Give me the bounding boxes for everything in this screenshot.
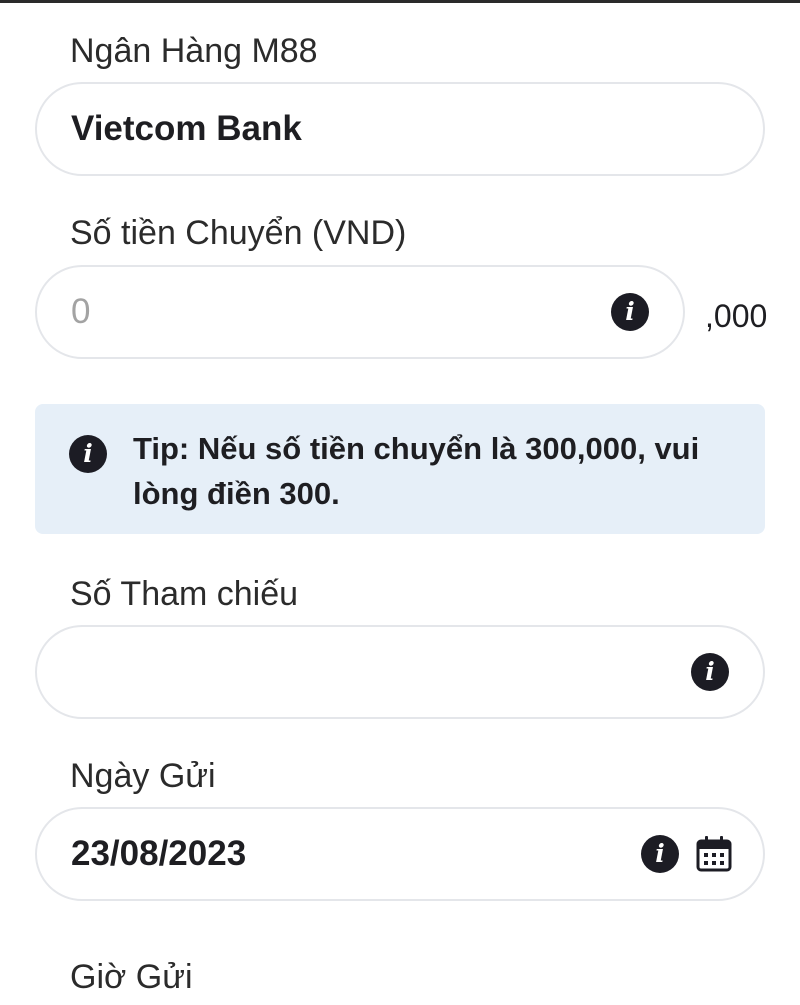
- bank-field[interactable]: Vietcom Bank: [35, 82, 765, 176]
- reference-input[interactable]: i: [35, 625, 765, 719]
- info-icon[interactable]: i: [691, 653, 729, 691]
- bank-value: Vietcom Bank: [71, 109, 302, 148]
- deposit-date-input[interactable]: 23/08/2023 i: [35, 807, 765, 901]
- tip-text: Tip: Nếu số tiền chuyển là 300,000, vui …: [133, 431, 700, 511]
- deposit-date-value: 23/08/2023: [71, 834, 247, 873]
- calendar-icon[interactable]: [695, 835, 733, 873]
- top-divider: [0, 0, 800, 3]
- deposit-form: Ngân Hàng M88 Vietcom Bank Số tiền Chuyể…: [0, 0, 800, 1005]
- amount-placeholder: 0: [71, 292, 91, 331]
- reference-label: Số Tham chiếu: [70, 575, 299, 613]
- tip-box: i Tip: Nếu số tiền chuyển là 300,000, vu…: [35, 404, 765, 534]
- deposit-date-label: Ngày Gửi: [70, 757, 216, 795]
- info-icon: i: [69, 435, 107, 473]
- amount-label: Số tiền Chuyển (VND): [70, 214, 407, 252]
- info-icon[interactable]: i: [641, 835, 679, 873]
- info-icon[interactable]: i: [611, 293, 649, 331]
- deposit-time-label: Giờ Gửi: [70, 958, 193, 996]
- amount-suffix: ,000: [705, 298, 768, 334]
- amount-input[interactable]: 0 i: [35, 265, 685, 359]
- bank-label: Ngân Hàng M88: [70, 32, 318, 70]
